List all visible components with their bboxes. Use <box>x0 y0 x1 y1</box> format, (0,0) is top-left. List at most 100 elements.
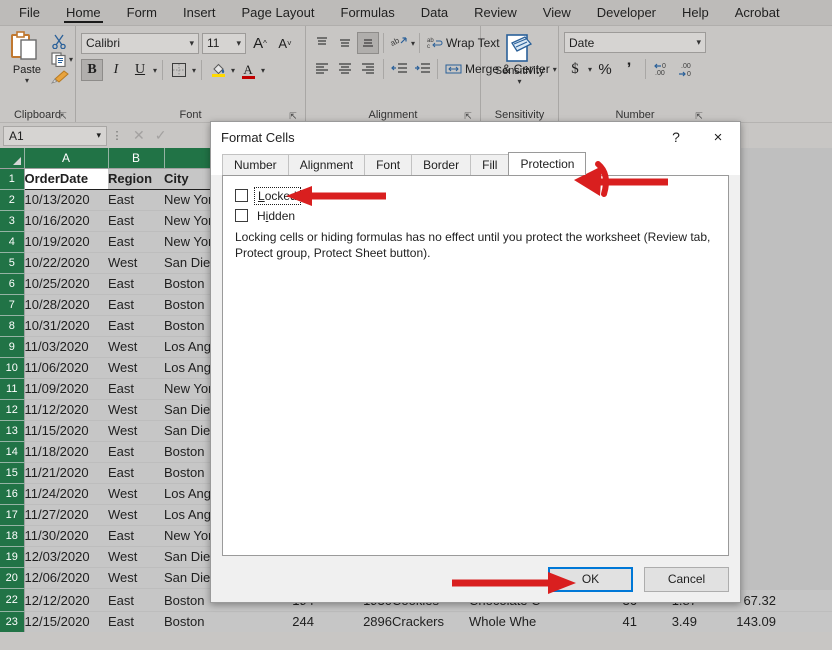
font-name-combo[interactable]: Calibri ▾ <box>81 33 199 54</box>
chevron-down-icon[interactable]: ▾ <box>25 76 29 85</box>
font-size-combo[interactable]: 11 ▾ <box>202 33 246 54</box>
row-header[interactable]: 17 <box>0 504 24 525</box>
fill-color-chevron-down-icon[interactable]: ▾ <box>231 66 235 75</box>
row-header[interactable]: 12 <box>0 399 24 420</box>
cell-date[interactable]: 12/03/2020 <box>24 546 108 567</box>
cell-region[interactable]: East <box>108 294 164 315</box>
cell-category[interactable]: Crackers <box>392 611 469 632</box>
cell-region[interactable]: West <box>108 420 164 441</box>
name-box[interactable]: A1 ▾ <box>3 126 107 146</box>
borders-chevron-down-icon[interactable]: ▾ <box>192 66 196 75</box>
cell-date[interactable]: 12/15/2020 <box>24 611 108 632</box>
row-header[interactable]: 11 <box>0 378 24 399</box>
cell-date[interactable]: 11/09/2020 <box>24 378 108 399</box>
decrease-decimal-button[interactable]: .00 0 <box>675 58 697 80</box>
cell-date[interactable]: 11/27/2020 <box>24 504 108 525</box>
align-left-button[interactable] <box>311 58 333 80</box>
orientation-chevron-down-icon[interactable]: ▾ <box>411 39 415 48</box>
row-header[interactable]: 23 <box>0 611 24 632</box>
enter-check-icon[interactable]: ✓ <box>155 127 167 144</box>
cell-value-1[interactable]: 244 <box>242 611 314 632</box>
row-header[interactable]: 8 <box>0 315 24 336</box>
cell-region[interactable]: East <box>108 378 164 399</box>
hidden-checkbox-row[interactable]: Hidden <box>235 206 716 225</box>
formula-bar-options-icon[interactable]: ⋮ <box>111 129 123 142</box>
ribbon-tab-formulas[interactable]: Formulas <box>328 0 408 25</box>
cell-region[interactable]: West <box>108 336 164 357</box>
number-format-combo[interactable]: Date ▾ <box>564 32 706 53</box>
row-header[interactable]: 3 <box>0 210 24 231</box>
increase-font-size-button[interactable]: A^ <box>249 32 271 54</box>
row-header[interactable]: 4 <box>0 231 24 252</box>
cell-region[interactable]: West <box>108 399 164 420</box>
currency-chevron-down-icon[interactable]: ▾ <box>588 65 592 74</box>
cell-date[interactable]: 11/06/2020 <box>24 357 108 378</box>
cancel-x-icon[interactable]: ✕ <box>133 127 145 144</box>
column-header-b[interactable]: B <box>108 148 164 168</box>
font-dialog-launcher[interactable]: ⇱ <box>288 111 298 121</box>
row-header[interactable]: 7 <box>0 294 24 315</box>
ribbon-tab-developer[interactable]: Developer <box>584 0 669 25</box>
row-header[interactable]: 5 <box>0 252 24 273</box>
cell-item[interactable]: Whole Whe <box>469 611 584 632</box>
percent-format-button[interactable]: % <box>594 58 616 80</box>
ribbon-tab-form[interactable]: Form <box>114 0 170 25</box>
comma-format-button[interactable]: ’ <box>618 58 640 80</box>
dialog-tab-alignment[interactable]: Alignment <box>288 154 365 175</box>
copy-button[interactable]: ▾ <box>51 52 73 67</box>
cell-date[interactable]: 10/31/2020 <box>24 315 108 336</box>
cell-date[interactable]: 12/12/2020 <box>24 590 108 611</box>
row-header[interactable]: 19 <box>0 546 24 567</box>
cell-region[interactable]: East <box>108 210 164 231</box>
dialog-tab-font[interactable]: Font <box>364 154 412 175</box>
cell-date[interactable]: 10/28/2020 <box>24 294 108 315</box>
align-right-button[interactable] <box>357 58 379 80</box>
clipboard-dialog-launcher[interactable]: ⇱ <box>58 111 68 121</box>
cell-b1[interactable]: Region <box>108 168 164 189</box>
ribbon-tab-review[interactable]: Review <box>461 0 530 25</box>
dialog-tab-border[interactable]: Border <box>411 154 471 175</box>
row-header[interactable]: 2 <box>0 189 24 210</box>
cell-date[interactable]: 10/16/2020 <box>24 210 108 231</box>
row-header[interactable]: 13 <box>0 420 24 441</box>
dialog-tab-fill[interactable]: Fill <box>470 154 509 175</box>
ribbon-tab-data[interactable]: Data <box>408 0 461 25</box>
decrease-font-size-button[interactable]: A˅ <box>274 32 296 54</box>
row-header[interactable]: 16 <box>0 483 24 504</box>
borders-button[interactable] <box>168 59 190 81</box>
bold-button[interactable]: B <box>81 59 103 81</box>
cell-date[interactable]: 10/25/2020 <box>24 273 108 294</box>
cell-region[interactable]: West <box>108 357 164 378</box>
select-all-corner[interactable] <box>0 148 24 168</box>
cell-total[interactable]: 143.09 <box>697 611 776 632</box>
row-header[interactable]: 18 <box>0 525 24 546</box>
ribbon-tab-acrobat[interactable]: Acrobat <box>722 0 793 25</box>
cell-date[interactable]: 11/30/2020 <box>24 525 108 546</box>
hidden-checkbox[interactable] <box>235 209 248 222</box>
format-painter-button[interactable] <box>51 70 73 84</box>
underline-button[interactable]: U <box>129 59 151 81</box>
cell-value-2[interactable]: 2896 <box>314 611 392 632</box>
cell-region[interactable]: West <box>108 483 164 504</box>
row-header[interactable]: 15 <box>0 462 24 483</box>
orientation-button[interactable]: ab <box>388 32 410 54</box>
row-header[interactable]: 14 <box>0 441 24 462</box>
fill-color-button[interactable] <box>207 59 229 81</box>
column-header-a[interactable]: A <box>24 148 108 168</box>
row-header[interactable]: 10 <box>0 357 24 378</box>
sensitivity-button[interactable]: Sensitivity ▾ <box>486 29 553 86</box>
cell-region[interactable]: East <box>108 315 164 336</box>
ribbon-tab-page-layout[interactable]: Page Layout <box>229 0 328 25</box>
cell-unit-price[interactable]: 3.49 <box>637 611 697 632</box>
cut-button[interactable] <box>51 34 73 49</box>
cell-date[interactable]: 11/12/2020 <box>24 399 108 420</box>
cancel-button[interactable]: Cancel <box>644 567 729 592</box>
row-header[interactable]: 6 <box>0 273 24 294</box>
align-top-button[interactable] <box>311 32 333 54</box>
row-header[interactable]: 20 <box>0 567 24 588</box>
chevron-down-icon[interactable]: ▾ <box>69 55 73 64</box>
ribbon-tab-file[interactable]: File <box>6 0 53 25</box>
cell-region[interactable]: East <box>108 441 164 462</box>
cell-region[interactable]: East <box>108 189 164 210</box>
table-row[interactable]: 23 12/15/2020 East Boston 244 2896 Crack… <box>0 611 832 632</box>
